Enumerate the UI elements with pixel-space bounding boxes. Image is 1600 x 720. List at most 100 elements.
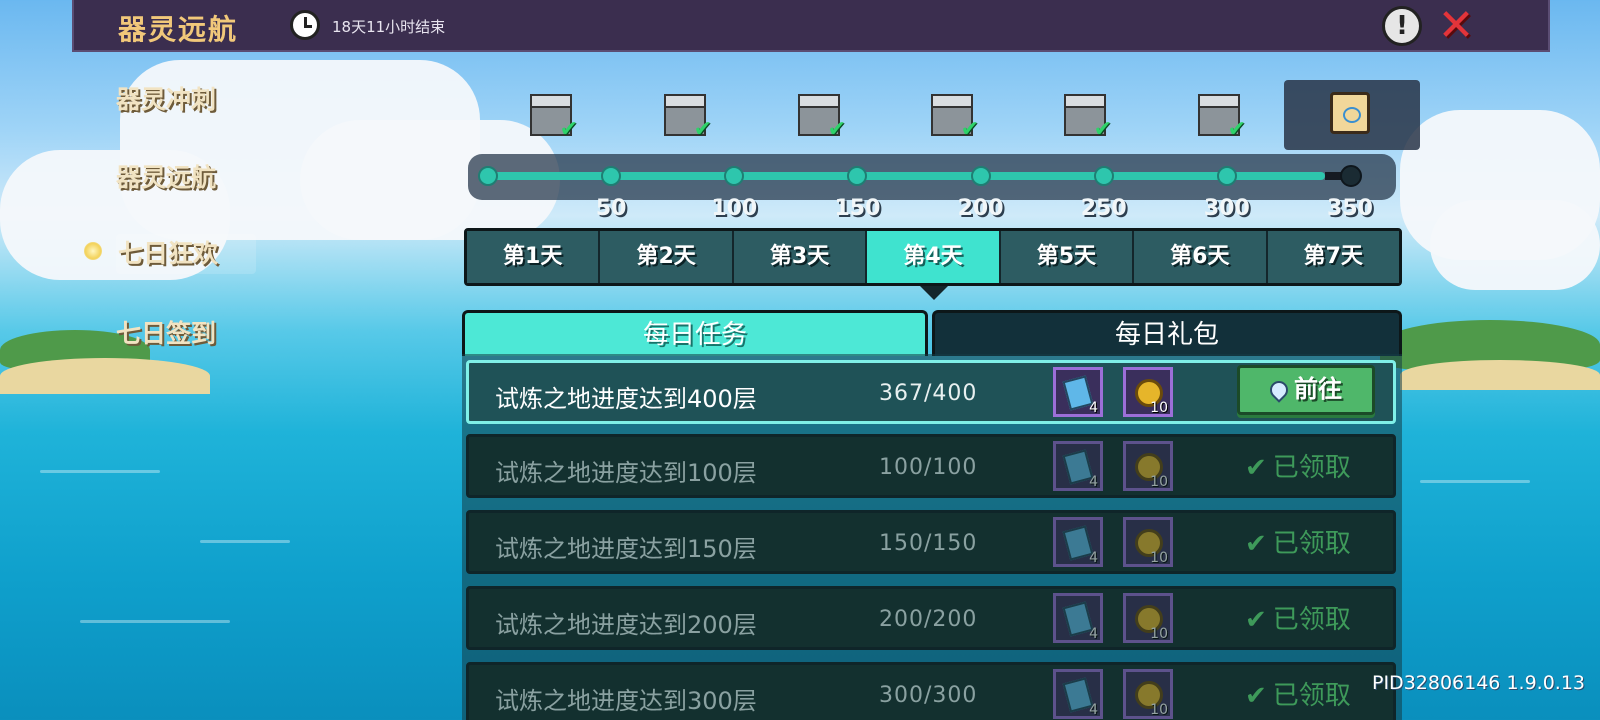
task-row: 试炼之地进度达到300层 300/300 4 10 ✔ 已领取 — [466, 662, 1396, 720]
tab-daily-tasks[interactable]: 每日任务 — [462, 310, 928, 356]
task-row: 试炼之地进度达到150层 150/150 4 10 ✔ 已领取 — [466, 510, 1396, 574]
task-name: 试炼之地进度达到400层 — [495, 385, 757, 413]
task-name: 试炼之地进度达到200层 — [495, 611, 757, 639]
tab-day-6[interactable]: 第6天 — [1134, 231, 1268, 283]
checkmark-icon: ✔ — [1245, 529, 1267, 559]
reward-quantity: 10 — [1150, 702, 1168, 718]
tab-day-5[interactable]: 第5天 — [1000, 231, 1135, 283]
sea-glint — [80, 620, 230, 623]
reward-quantity: 10 — [1150, 474, 1168, 490]
checkmark-icon: ✔ — [960, 117, 979, 142]
milestone-chest-icon[interactable]: ✔ — [1198, 94, 1246, 142]
tab-day-2[interactable]: 第2天 — [600, 231, 734, 283]
tab-day-3[interactable]: 第3天 — [733, 231, 868, 283]
reward-quantity: 4 — [1089, 702, 1098, 718]
task-row: 试炼之地进度达到100层 100/100 4 10 ✔ 已领取 — [466, 434, 1396, 498]
tab-day-7[interactable]: 第7天 — [1267, 231, 1399, 283]
event-timer: 18天11小时结束 — [332, 18, 446, 36]
reward-slot[interactable]: 4 — [1053, 669, 1103, 719]
milestone-chest-icon[interactable]: ✔ — [664, 94, 712, 142]
tab-day-4[interactable]: 第4天 — [867, 231, 1001, 283]
sidebar-item-voyage[interactable]: 器灵远航 — [116, 158, 256, 198]
claimed-status: ✔ 已领取 — [1245, 599, 1351, 636]
milestone-chest-icon[interactable]: ✔ — [530, 94, 578, 142]
go-button[interactable]: 前往 — [1237, 365, 1375, 415]
background-cloud — [1430, 200, 1600, 290]
reward-quantity: 10 — [1150, 550, 1168, 566]
top-bar: 器灵远航 18天11小时结束 ! ✕ — [72, 0, 1550, 52]
claimed-label: 已领取 — [1272, 605, 1351, 635]
reward-quantity: 10 — [1150, 626, 1168, 642]
checkmark-icon: ✔ — [1245, 453, 1267, 483]
reward-quantity: 10 — [1150, 400, 1168, 416]
map-scroll-icon[interactable] — [1330, 92, 1370, 134]
progress-node — [601, 166, 622, 186]
task-progress: 150/150 — [879, 531, 978, 556]
tab-day-1[interactable]: 第1天 — [467, 231, 601, 283]
sidebar-item-sprint[interactable]: 器灵冲刺 — [116, 80, 256, 120]
checkmark-icon: ✔ — [827, 117, 846, 142]
reward-slot[interactable]: 4 — [1053, 441, 1103, 491]
info-icon[interactable]: ! — [1382, 6, 1422, 46]
claimed-label: 已领取 — [1272, 529, 1351, 559]
day-tabs: 第1天 第2天 第3天 第4天 第5天 第6天 第7天 — [464, 228, 1402, 286]
progress-node — [970, 166, 991, 186]
reward-slot[interactable]: 10 — [1123, 593, 1173, 643]
reward-slot[interactable]: 4 — [1053, 593, 1103, 643]
progress-tick-label: 150 — [834, 196, 881, 221]
claimed-status: ✔ 已领取 — [1245, 675, 1351, 712]
checkmark-icon: ✔ — [1227, 117, 1246, 142]
sea-glint — [40, 470, 160, 473]
background-beach — [1400, 360, 1600, 390]
task-progress: 300/300 — [879, 683, 978, 708]
milestone-chest-icon[interactable]: ✔ — [931, 94, 979, 142]
sea-glint — [1420, 480, 1530, 483]
event-title: 器灵远航 — [118, 13, 239, 46]
milestone-chest-icon[interactable]: ✔ — [798, 94, 846, 142]
claimed-label: 已领取 — [1272, 681, 1351, 711]
progress-node — [478, 166, 498, 186]
progress-tick-label: 100 — [711, 196, 758, 221]
tab-pointer-icon — [920, 286, 948, 300]
reward-slot[interactable]: 4 — [1053, 517, 1103, 567]
task-progress: 367/400 — [879, 381, 978, 406]
checkmark-icon: ✔ — [1093, 117, 1112, 142]
reward-slot[interactable]: 4 — [1053, 367, 1103, 417]
sidebar-item-seven-day-signin[interactable]: 七日签到 — [116, 314, 256, 354]
task-name: 试炼之地进度达到100层 — [495, 459, 757, 487]
progress-node — [1216, 166, 1237, 186]
sidebar-item-seven-day-carnival[interactable]: 七日狂欢 — [116, 234, 256, 274]
reward-quantity: 4 — [1089, 550, 1098, 566]
task-list[interactable]: 试炼之地进度达到400层 367/400 4 10 前往 试炼之地进度达到100… — [462, 354, 1402, 720]
milestone-chest-icon[interactable]: ✔ — [1064, 94, 1112, 142]
progress-tick-label: 300 — [1203, 196, 1250, 221]
task-progress: 100/100 — [879, 455, 978, 480]
background-beach — [0, 358, 210, 394]
task-progress: 200/200 — [879, 607, 978, 632]
reward-quantity: 4 — [1089, 400, 1098, 416]
go-button-label: 前往 — [1294, 375, 1342, 403]
clock-icon — [290, 10, 320, 40]
reward-slot[interactable]: 10 — [1123, 441, 1173, 491]
claimed-status: ✔ 已领取 — [1245, 523, 1351, 560]
task-row: 试炼之地进度达到400层 367/400 4 10 前往 — [466, 360, 1396, 424]
close-icon[interactable]: ✕ — [1434, 4, 1478, 48]
progress-tick-label: 250 — [1080, 196, 1127, 221]
task-name: 试炼之地进度达到150层 — [495, 535, 757, 563]
tab-daily-gift[interactable]: 每日礼包 — [932, 310, 1402, 356]
reward-slot[interactable]: 10 — [1123, 517, 1173, 567]
location-pin-icon — [1266, 377, 1292, 403]
checkmark-icon: ✔ — [1245, 605, 1267, 635]
progress-node — [1340, 165, 1362, 187]
checkmark-icon: ✔ — [1245, 681, 1267, 711]
version-label: PID32806146 1.9.0.13 — [1372, 672, 1585, 694]
reward-slot[interactable]: 10 — [1123, 669, 1173, 719]
sea-glint — [200, 540, 290, 543]
progress-node — [1093, 166, 1114, 186]
progress-tick-label: 350 — [1327, 196, 1373, 221]
reward-slot[interactable]: 10 — [1123, 367, 1173, 417]
claimed-label: 已领取 — [1272, 453, 1351, 483]
active-indicator-icon — [84, 242, 102, 260]
reward-quantity: 4 — [1089, 626, 1098, 642]
task-row: 试炼之地进度达到200层 200/200 4 10 ✔ 已领取 — [466, 586, 1396, 650]
